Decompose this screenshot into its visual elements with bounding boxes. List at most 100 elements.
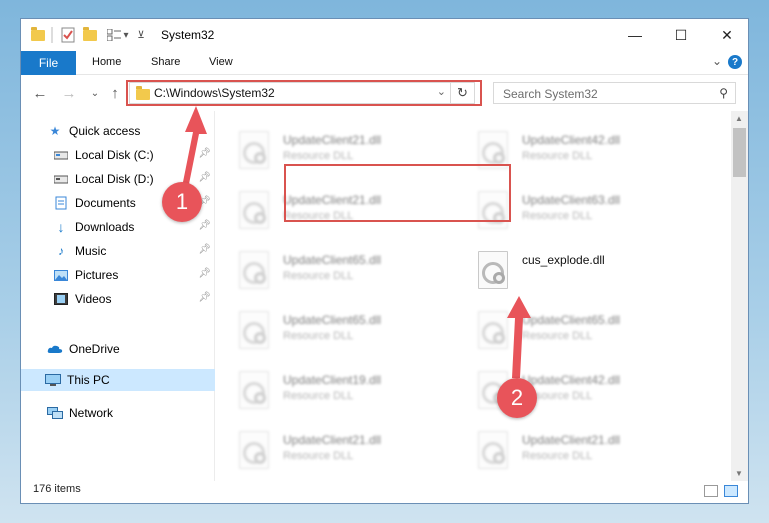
sidebar-item-label: Network bbox=[69, 406, 114, 420]
file-item[interactable]: UpdateClient63.dll Resource DLL bbox=[478, 191, 710, 247]
sidebar-item-label: OneDrive bbox=[69, 342, 120, 356]
tab-home[interactable]: Home bbox=[92, 56, 121, 68]
sidebar-item-local-disk-c[interactable]: Local Disk (C:) 📌︎ bbox=[53, 144, 211, 166]
step-2-badge: 2 bbox=[497, 378, 537, 418]
computer-icon bbox=[45, 372, 61, 388]
pictures-icon bbox=[53, 267, 69, 283]
sidebar-item-label: Music bbox=[75, 244, 107, 258]
dll-file-icon bbox=[239, 371, 269, 409]
sidebar-item-label: Videos bbox=[75, 292, 112, 306]
download-icon: ↓ bbox=[57, 219, 65, 235]
music-icon: ♪ bbox=[58, 244, 64, 258]
close-button[interactable]: ✕ bbox=[704, 19, 748, 51]
dll-file-icon bbox=[239, 251, 269, 289]
minimize-button[interactable]: — bbox=[612, 19, 658, 51]
file-item[interactable]: UpdateClient65.dll Resource DLL bbox=[239, 311, 471, 367]
forward-arrow-icon[interactable]: → bbox=[59, 83, 79, 103]
item-count: 176 items bbox=[33, 483, 81, 495]
address-highlight-box bbox=[126, 80, 482, 106]
pin-icon[interactable]: 📌︎ bbox=[198, 292, 211, 303]
tab-share[interactable]: Share bbox=[151, 56, 180, 68]
new-folder-icon[interactable] bbox=[81, 26, 99, 44]
scroll-down-icon[interactable]: ▼ bbox=[735, 469, 743, 478]
search-input[interactable]: Search System32 ⚲ bbox=[493, 82, 736, 104]
pin-icon[interactable]: 📌︎ bbox=[198, 148, 211, 159]
file-name: UpdateClient65.dll bbox=[522, 313, 621, 327]
tab-view[interactable]: View bbox=[209, 56, 233, 68]
up-arrow-icon[interactable]: ↑ bbox=[105, 83, 125, 103]
expand-ribbon-icon[interactable]: ⌄ bbox=[712, 54, 722, 68]
file-item[interactable]: UpdateClient65.dll Resource DLL bbox=[478, 311, 710, 367]
scroll-up-icon[interactable]: ▲ bbox=[735, 114, 743, 123]
status-bar: 176 items bbox=[21, 481, 748, 503]
help-icon[interactable]: ? bbox=[728, 55, 742, 69]
sidebar-item-label: Documents bbox=[75, 196, 136, 210]
file-item[interactable]: UpdateClient21.dll Resource DLL bbox=[478, 431, 710, 481]
file-name: UpdateClient19.dll bbox=[283, 373, 382, 387]
scrollbar-thumb[interactable] bbox=[733, 128, 746, 177]
sidebar-item-music[interactable]: ♪ Music 📌︎ bbox=[53, 240, 211, 262]
sidebar-item-label: Local Disk (C:) bbox=[75, 148, 154, 162]
file-type: Resource DLL bbox=[283, 150, 354, 162]
file-item[interactable]: UpdateClient21.dll Resource DLL bbox=[239, 431, 471, 481]
details-view-icon[interactable] bbox=[704, 485, 718, 497]
back-arrow-icon[interactable]: ← bbox=[30, 83, 50, 103]
documents-icon bbox=[53, 195, 69, 211]
file-highlight-box bbox=[284, 164, 511, 222]
file-name: UpdateClient21.dll bbox=[283, 133, 382, 147]
file-type: Resource DLL bbox=[522, 450, 593, 462]
sidebar-item-this-pc[interactable]: This PC bbox=[21, 369, 215, 391]
drive-icon bbox=[53, 171, 69, 187]
file-type: Resource DLL bbox=[283, 450, 354, 462]
properties-icon[interactable] bbox=[59, 26, 77, 44]
file-item[interactable]: UpdateClient42.dll Resource DLL bbox=[478, 131, 710, 187]
tab-file[interactable]: File bbox=[21, 51, 76, 75]
window-title: System32 bbox=[161, 28, 215, 42]
sidebar-item-label: This PC bbox=[67, 373, 110, 387]
cloud-icon bbox=[47, 341, 63, 357]
network-icon bbox=[47, 405, 63, 421]
drive-icon bbox=[53, 147, 69, 163]
sidebar-item-label: Local Disk (D:) bbox=[75, 172, 154, 186]
file-item[interactable]: UpdateClient19.dll Resource DLL bbox=[239, 371, 471, 427]
file-name: UpdateClient21.dll bbox=[283, 433, 382, 447]
sidebar-item-label: Quick access bbox=[69, 124, 141, 138]
file-type: Resource DLL bbox=[522, 150, 593, 162]
file-name: UpdateClient65.dll bbox=[283, 313, 382, 327]
navigation-bar: ← → ⌄ ↑ C:\Windows\System32 ⌄ ↻ Search S… bbox=[21, 75, 748, 111]
customize-toolbar-icon[interactable]: ▾ bbox=[105, 26, 131, 44]
search-icon[interactable]: ⚲ bbox=[719, 86, 728, 100]
sidebar-item-videos[interactable]: Videos 📌︎ bbox=[53, 288, 211, 310]
file-name: UpdateClient65.dll bbox=[283, 253, 382, 267]
pin-icon[interactable]: 📌︎ bbox=[198, 244, 211, 255]
dll-file-icon bbox=[478, 311, 508, 349]
file-type: Resource DLL bbox=[522, 210, 593, 222]
sidebar-item-pictures[interactable]: Pictures 📌︎ bbox=[53, 264, 211, 286]
quick-access-dropdown-icon[interactable]: ⊻ bbox=[135, 26, 147, 44]
maximize-button[interactable]: ☐ bbox=[658, 19, 704, 51]
file-name: UpdateClient42.dll bbox=[522, 373, 621, 387]
pin-icon[interactable]: 📌︎ bbox=[198, 172, 211, 183]
file-item[interactable]: UpdateClient65.dll Resource DLL bbox=[239, 251, 471, 307]
file-type: Resource DLL bbox=[283, 390, 354, 402]
file-explorer-window: ▾ ⊻ System32 — ☐ ✕ File Home Share View … bbox=[20, 18, 749, 504]
sidebar-item-label: Downloads bbox=[75, 220, 135, 234]
sidebar-item-quick-access[interactable]: ★ Quick access bbox=[47, 120, 215, 142]
file-type: Resource DLL bbox=[283, 330, 354, 342]
folder-icon bbox=[29, 26, 47, 44]
vertical-scrollbar[interactable]: ▲ ▼ bbox=[731, 111, 748, 481]
recent-locations-icon[interactable]: ⌄ bbox=[85, 83, 105, 103]
pin-icon[interactable]: 📌︎ bbox=[198, 220, 211, 231]
sidebar-item-network[interactable]: Network bbox=[47, 402, 215, 424]
dll-file-icon bbox=[239, 191, 269, 229]
dll-file-icon bbox=[239, 131, 269, 169]
search-placeholder: Search System32 bbox=[503, 87, 598, 101]
step-1-badge: 1 bbox=[162, 182, 202, 222]
large-icons-view-icon[interactable] bbox=[724, 485, 738, 497]
pin-icon[interactable]: 📌︎ bbox=[198, 268, 211, 279]
file-name: UpdateClient42.dll bbox=[522, 133, 621, 147]
file-name: UpdateClient21.dll bbox=[522, 433, 621, 447]
ribbon-tabs: File Home Share View ⌄ ? bbox=[21, 51, 748, 75]
file-item[interactable]: cus_explode.dll bbox=[478, 251, 710, 307]
sidebar-item-onedrive[interactable]: OneDrive bbox=[47, 338, 215, 360]
